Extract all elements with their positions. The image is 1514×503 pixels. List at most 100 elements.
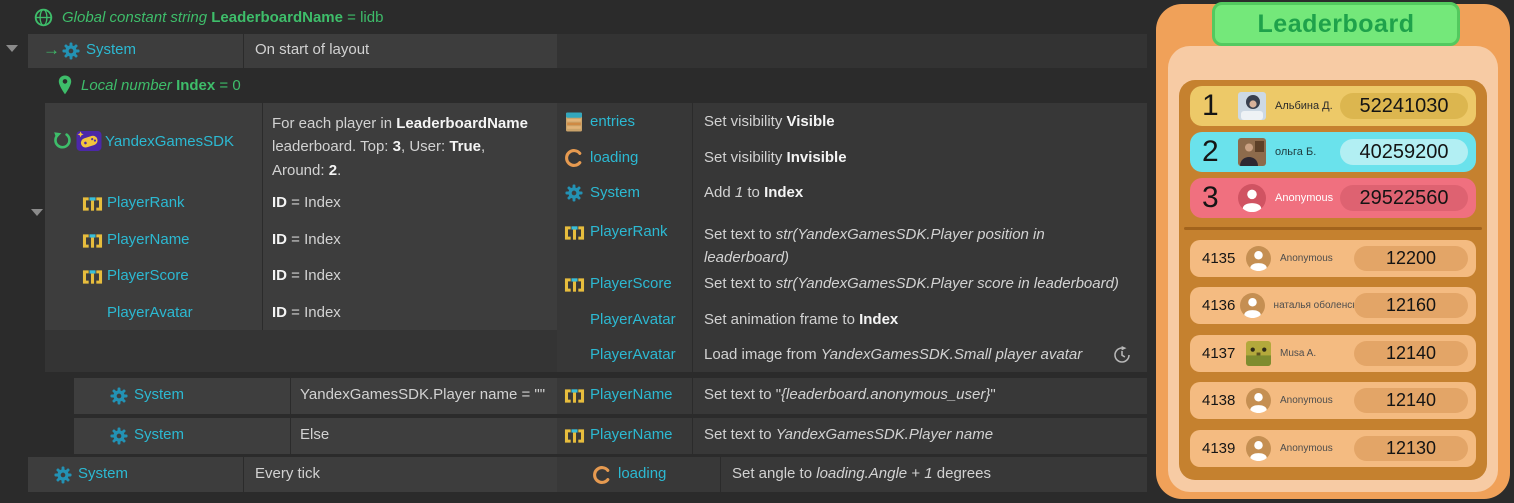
gear-icon (62, 42, 80, 60)
rank-number: 4137 (1202, 345, 1246, 362)
object-name: PlayerAvatar (590, 311, 676, 328)
condition-cell[interactable]: System YandexGamesSDK.Player name = "" (74, 378, 557, 414)
rank-number: 4139 (1202, 440, 1246, 457)
action-row[interactable]: System Add 1 to Index (557, 183, 1147, 205)
async-action-icon (1113, 346, 1131, 364)
action-row[interactable]: PlayerName Set text to YandexGamesSDK.Pl… (557, 418, 1147, 454)
leaderboard-row-4135: 4135 Anonymous 12200 (1190, 240, 1476, 277)
object-name: PlayerRank (590, 223, 668, 240)
player-avatar (1238, 92, 1266, 120)
action-text: Add 1 to Index (704, 184, 803, 201)
object-name: PlayerScore (590, 275, 672, 292)
yandex-games-sdk-icon (76, 130, 102, 152)
text-object-icon (564, 388, 585, 404)
pin-icon (58, 75, 72, 95)
condition-row[interactable]: PlayerName ID = Index (45, 230, 557, 252)
leaderboard-divider (1184, 227, 1482, 230)
player-name: Anonymous (1280, 253, 1333, 264)
rank-number: 4138 (1202, 392, 1246, 409)
loop-icon (52, 131, 72, 151)
condition-row[interactable]: PlayerScore ID = Index (45, 266, 557, 288)
condition-text: ID = Index (272, 194, 341, 211)
action-text: Set angle to loading.Angle + 1 degrees (732, 465, 991, 482)
player-name: Anonymous (1275, 192, 1333, 204)
collapse-arrow-icon[interactable] (31, 209, 43, 216)
leaderboard-row-4139: 4139 Anonymous 12130 (1190, 430, 1476, 467)
global-variable-text: Global constant string LeaderboardName =… (62, 9, 383, 26)
condition-text: Else (300, 426, 329, 443)
condition-text: ID = Index (272, 231, 341, 248)
score-pill: 12130 (1354, 436, 1468, 461)
condition-text: YandexGamesSDK.Player name = "" (300, 386, 545, 403)
text-object-icon (82, 196, 103, 212)
action-row[interactable]: PlayerName Set text to "{leaderboard.ano… (557, 378, 1147, 414)
score-pill: 40259200 (1340, 139, 1468, 165)
action-text: Set text to YandexGamesSDK.Player name (704, 426, 993, 443)
player-name: Anonymous (1280, 395, 1333, 406)
anonymous-avatar (1246, 388, 1271, 413)
action-row[interactable]: PlayerScore Set text to str(YandexGamesS… (557, 274, 1147, 296)
rank-number: 1 (1202, 91, 1238, 121)
condition-text: On start of layout (255, 41, 369, 58)
text-object-icon (82, 233, 103, 249)
object-name: System (78, 465, 128, 482)
rank-number: 4135 (1202, 250, 1246, 267)
gear-icon (110, 427, 128, 445)
action-row[interactable]: loading Set visibility Invisible (557, 148, 1147, 170)
local-variable-row[interactable]: Local number Index = 0 (58, 74, 241, 96)
action-row[interactable]: PlayerRank Set text to str(YandexGamesSD… (557, 222, 1147, 268)
anonymous-avatar (1238, 184, 1266, 212)
object-name: PlayerName (107, 231, 190, 248)
condition-text: Every tick (255, 465, 320, 482)
object-name: YandexGamesSDK (105, 133, 234, 150)
leaderboard-row-2: 2 ольга Б. 40259200 (1190, 132, 1476, 172)
event-foreach-player-actions: entries Set visibility Visible loading S… (557, 103, 1147, 372)
score-pill: 12200 (1354, 246, 1468, 271)
object-name: System (134, 426, 184, 443)
action-text: Set animation frame to Index (704, 311, 898, 328)
entries-icon (565, 112, 583, 132)
gear-icon (54, 466, 72, 484)
local-variable-text: Local number Index = 0 (81, 77, 241, 94)
action-row[interactable]: PlayerAvatar Load image from YandexGames… (557, 345, 1147, 367)
action-row[interactable]: PlayerAvatar Set animation frame to Inde… (557, 310, 1147, 332)
action-text: Set text to str(YandexGamesSDK.Player po… (704, 223, 1124, 269)
object-name: entries (590, 113, 635, 130)
event-foreach-player-conditions[interactable]: YandexGamesSDK For each player in Leader… (45, 103, 557, 330)
object-name: PlayerScore (107, 267, 189, 284)
score-pill: 12160 (1354, 293, 1468, 318)
global-variable-row[interactable]: Global constant string LeaderboardName =… (34, 5, 383, 29)
action-row[interactable]: entries Set visibility Visible (557, 112, 1147, 134)
condition-text: ID = Index (272, 304, 341, 321)
object-name: PlayerName (590, 426, 673, 443)
condition-row[interactable]: PlayerRank ID = Index (45, 193, 557, 215)
anonymous-avatar (1246, 246, 1271, 271)
rank-number: 2 (1202, 137, 1238, 167)
object-name: System (590, 184, 640, 201)
condition-cell[interactable]: System Else (74, 418, 557, 454)
player-name: Anonymous (1280, 443, 1333, 454)
gear-icon (110, 387, 128, 405)
event-every-tick: System Every tick loading Set angle to l… (28, 457, 1147, 492)
gear-icon (565, 184, 583, 202)
action-text: Set text to "{leaderboard.anonymous_user… (704, 386, 996, 403)
collapse-arrow-icon[interactable] (6, 45, 18, 52)
condition-cell[interactable]: System Every tick (28, 457, 557, 492)
action-row[interactable]: loading Set angle to loading.Angle + 1 d… (557, 457, 1147, 492)
condition-row[interactable]: PlayerAvatar ID = Index (45, 303, 557, 325)
anonymous-avatar (1240, 293, 1265, 318)
condition-block-filler (45, 330, 557, 372)
text-object-icon (82, 269, 103, 285)
screenshot-root: Global constant string LeaderboardName =… (0, 0, 1514, 503)
subevent-player-name-empty: System YandexGamesSDK.Player name = "" P… (74, 378, 1147, 414)
condition-text: For each player in LeaderboardName leade… (272, 112, 528, 182)
trigger-arrow-icon: → (43, 40, 60, 60)
object-name: System (86, 41, 136, 58)
condition-cell[interactable]: → System On start of layout (28, 34, 557, 68)
player-avatar (1238, 138, 1266, 166)
leaderboard-row-3: 3 Anonymous 29522560 (1190, 178, 1476, 218)
score-pill: 52241030 (1340, 93, 1468, 119)
score-pill: 29522560 (1340, 185, 1468, 211)
action-text: Load image from YandexGamesSDK.Small pla… (704, 346, 1082, 363)
player-name: Альбина Д. (1275, 100, 1333, 112)
